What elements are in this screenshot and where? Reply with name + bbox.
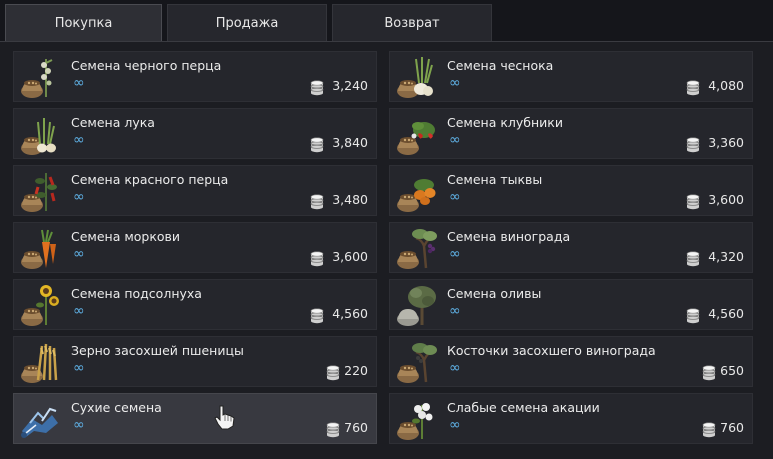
silver-coin-icon [310, 308, 324, 324]
silver-coin-icon [310, 137, 324, 153]
silver-coin-icon [310, 80, 324, 96]
item-name: Семена лука [71, 115, 155, 130]
olive-seed-icon [397, 286, 436, 326]
tab-buy-label: Покупка [54, 15, 113, 31]
item-name: Семена клубники [447, 115, 563, 130]
onion-seed-icon [21, 118, 56, 155]
item-name: Семена тыквы [447, 172, 543, 187]
infinite-stock-icon: ∞ [449, 303, 461, 319]
tab-return[interactable]: Возврат [332, 4, 492, 41]
item-price: 4,560 [708, 306, 744, 321]
silver-coin-icon [702, 365, 716, 381]
item-price: 650 [720, 363, 744, 378]
silver-coin-icon [310, 251, 324, 267]
infinite-stock-icon: ∞ [73, 75, 85, 91]
item-price: 220 [344, 363, 368, 378]
silver-coin-icon [686, 194, 700, 210]
grape-pit-icon [397, 343, 437, 383]
pumpkin-seed-icon [397, 179, 436, 212]
shop-item-wheat-grain[interactable]: Зерно засохшей пшеницы ∞ 220 [13, 336, 377, 387]
garlic-seed-icon [397, 57, 433, 98]
item-name: Семена красного перца [71, 172, 229, 187]
infinite-stock-icon: ∞ [449, 417, 461, 433]
item-name: Семена оливы [447, 286, 542, 301]
item-price: 4,080 [708, 78, 744, 93]
infinite-stock-icon: ∞ [73, 303, 85, 319]
item-name: Семена черного перца [71, 58, 222, 73]
grape-seed-icon [397, 229, 437, 269]
item-price: 4,320 [708, 249, 744, 264]
shop-item-sunflower-seed[interactable]: Семена подсолнуха ∞ 4,560 [13, 279, 377, 330]
infinite-stock-icon: ∞ [73, 246, 85, 262]
dry-seeds-icon [21, 407, 58, 438]
shop-item-garlic-seed[interactable]: Семена чеснока ∞ 4,080 [389, 51, 753, 102]
tab-sell[interactable]: Продажа [167, 4, 327, 41]
infinite-stock-icon: ∞ [449, 189, 461, 205]
strawberry-seed-icon [397, 122, 435, 155]
silver-coin-icon [686, 80, 700, 96]
shop-item-strawberry-seed[interactable]: Семена клубники ∞ 3,360 [389, 108, 753, 159]
silver-coin-icon [326, 365, 340, 381]
shop-item-grape-seed[interactable]: Семена винограда ∞ 4,320 [389, 222, 753, 273]
silver-coin-icon [686, 251, 700, 267]
hand-cursor-icon [214, 405, 235, 430]
tab-sell-label: Продажа [215, 15, 279, 31]
item-price: 3,360 [708, 135, 744, 150]
item-name: Зерно засохшей пшеницы [71, 343, 244, 358]
item-name: Сухие семена [71, 400, 162, 415]
wheat-grain-icon [21, 343, 58, 383]
item-price: 3,480 [332, 192, 368, 207]
tab-bar: Покупка Продажа Возврат [0, 0, 773, 42]
item-price: 760 [344, 420, 368, 435]
silver-coin-icon [310, 194, 324, 210]
shop-item-black-pepper-seed[interactable]: Семена черного перца ∞ 3,240 [13, 51, 377, 102]
tab-buy[interactable]: Покупка [5, 4, 162, 41]
infinite-stock-icon: ∞ [73, 417, 85, 433]
infinite-stock-icon: ∞ [449, 246, 461, 262]
shop-item-pumpkin-seed[interactable]: Семена тыквы ∞ 3,600 [389, 165, 753, 216]
infinite-stock-icon: ∞ [73, 360, 85, 376]
item-price: 3,600 [332, 249, 368, 264]
shop-item-dry-seeds[interactable]: Сухие семена ∞ 760 [13, 393, 377, 444]
silver-coin-icon [686, 137, 700, 153]
silver-coin-icon [702, 422, 716, 438]
item-name: Семена чеснока [447, 58, 554, 73]
item-name: Косточки засохшего винограда [447, 343, 656, 358]
black-pepper-seed-icon [21, 59, 53, 98]
tab-return-label: Возврат [384, 15, 440, 31]
shop-item-grape-pit[interactable]: Косточки засохшего винограда ∞ 650 [389, 336, 753, 387]
infinite-stock-icon: ∞ [73, 189, 85, 205]
carrot-seed-icon [21, 229, 56, 269]
red-pepper-seed-icon [21, 173, 57, 212]
item-name: Семена винограда [447, 229, 571, 244]
shop-item-red-pepper-seed[interactable]: Семена красного перца ∞ 3,480 [13, 165, 377, 216]
item-price: 3,840 [332, 135, 368, 150]
shop-item-carrot-seed[interactable]: Семена моркови ∞ 3,600 [13, 222, 377, 273]
infinite-stock-icon: ∞ [449, 132, 461, 148]
item-name: Семена подсолнуха [71, 286, 202, 301]
item-price: 3,600 [708, 192, 744, 207]
shop-item-acacia-seed[interactable]: Слабые семена акации ∞ 760 [389, 393, 753, 444]
item-name: Слабые семена акации [447, 400, 600, 415]
infinite-stock-icon: ∞ [449, 360, 461, 376]
item-price: 4,560 [332, 306, 368, 321]
item-name: Семена моркови [71, 229, 181, 244]
infinite-stock-icon: ∞ [73, 132, 85, 148]
infinite-stock-icon: ∞ [449, 75, 461, 91]
item-price: 3,240 [332, 78, 368, 93]
silver-coin-icon [326, 422, 340, 438]
sunflower-seed-icon [21, 285, 59, 326]
acacia-seed-icon [397, 403, 433, 440]
shop-item-olive-seed[interactable]: Семена оливы ∞ 4,560 [389, 279, 753, 330]
item-price: 760 [720, 420, 744, 435]
shop-item-onion-seed[interactable]: Семена лука ∞ 3,840 [13, 108, 377, 159]
silver-coin-icon [686, 308, 700, 324]
